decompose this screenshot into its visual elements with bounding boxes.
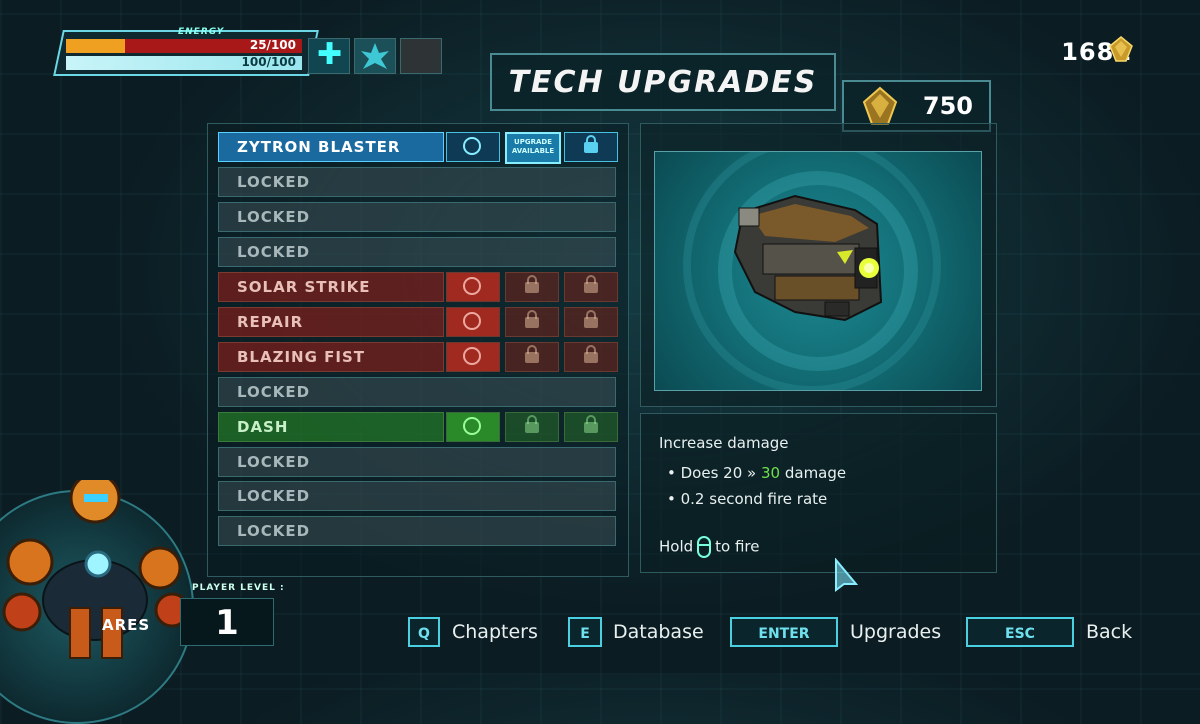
energy-label: ENERGY bbox=[178, 27, 225, 37]
upgrade-tier-2[interactable] bbox=[505, 272, 559, 302]
gem-icon bbox=[862, 86, 898, 125]
lock-icon bbox=[525, 415, 539, 433]
upgrade-name[interactable]: REPAIR bbox=[218, 307, 444, 337]
upgrade-cost: 750 bbox=[922, 92, 973, 120]
upgrade-tier-3[interactable] bbox=[564, 412, 618, 442]
health-text: 25/100 bbox=[249, 38, 296, 52]
damage-value: 30 bbox=[760, 464, 781, 482]
upgrade-row-locked[interactable]: LOCKED bbox=[218, 377, 616, 407]
chapters-label[interactable]: Chapters bbox=[452, 621, 538, 643]
upgrade-available-label: UPGRADE AVAILABLE bbox=[511, 138, 555, 155]
character-name: ARES bbox=[102, 616, 151, 634]
upgrade-description-panel: Increase damage Does 20 » 30 damage 0.2 … bbox=[640, 413, 997, 573]
upgrade-tier-3[interactable] bbox=[564, 132, 618, 162]
lock-icon bbox=[584, 135, 598, 153]
weapon-preview-panel bbox=[640, 123, 997, 407]
gem-icon bbox=[1109, 36, 1133, 62]
health-pack-slot: ✚ bbox=[308, 38, 350, 74]
upgrade-row-locked[interactable]: LOCKED bbox=[218, 167, 616, 197]
lock-icon bbox=[584, 345, 598, 363]
upgrade-name[interactable]: DASH bbox=[218, 412, 444, 442]
upgrade-row-dash[interactable]: DASH bbox=[218, 412, 618, 442]
cursor-icon bbox=[835, 558, 859, 592]
upgrade-row-blazing-fist[interactable]: BLAZING FIST bbox=[218, 342, 618, 372]
health-bar: 25/100 bbox=[66, 38, 302, 53]
upgrade-tier-2[interactable] bbox=[505, 342, 559, 372]
description-bullets: Does 20 » 30 damage 0.2 second fire rate bbox=[667, 460, 847, 512]
lock-icon bbox=[584, 310, 598, 328]
plus-icon: ✚ bbox=[317, 37, 343, 72]
upgrade-tier-3[interactable] bbox=[564, 307, 618, 337]
fire-hint: Hold to fire bbox=[659, 536, 760, 558]
upgrade-row-zytron-blaster[interactable]: ZYTRON BLASTER UPGRADE AVAILABLE bbox=[218, 132, 618, 164]
back-label[interactable]: Back bbox=[1086, 621, 1132, 643]
upgrade-name[interactable]: LOCKED bbox=[218, 167, 616, 197]
key-q[interactable]: Q bbox=[408, 617, 440, 647]
lock-icon bbox=[584, 275, 598, 293]
upgrade-tier-3[interactable] bbox=[564, 272, 618, 302]
upgrade-tier-3[interactable] bbox=[564, 342, 618, 372]
upgrade-row-locked[interactable]: LOCKED bbox=[218, 202, 616, 232]
upgrade-tier-2[interactable] bbox=[505, 412, 559, 442]
burst-icon bbox=[361, 43, 389, 69]
upgrade-tier-1[interactable] bbox=[446, 272, 500, 302]
key-e[interactable]: E bbox=[568, 617, 602, 647]
fire-rate-bullet: 0.2 second fire rate bbox=[667, 486, 846, 512]
player-level: 1 bbox=[215, 603, 239, 643]
ring-icon bbox=[463, 312, 481, 330]
upgrade-tier-1[interactable] bbox=[446, 307, 500, 337]
player-status-hud: ENERGY 25/100 100/100 ✚ bbox=[53, 27, 458, 78]
page-title: TECH UPGRADES bbox=[508, 65, 818, 100]
key-esc[interactable]: ESC bbox=[966, 617, 1074, 647]
key-enter[interactable]: ENTER bbox=[730, 617, 838, 647]
upgrade-row-locked[interactable]: LOCKED bbox=[218, 447, 616, 477]
energy-bar: 100/100 bbox=[66, 55, 302, 70]
upgrade-available-tier[interactable]: UPGRADE AVAILABLE bbox=[505, 132, 561, 164]
lock-icon bbox=[525, 275, 539, 293]
blaster-icon bbox=[733, 194, 883, 322]
upgrade-name[interactable]: LOCKED bbox=[218, 377, 616, 407]
upgrades-label[interactable]: Upgrades bbox=[850, 621, 941, 643]
upgrade-tier-1[interactable] bbox=[446, 412, 500, 442]
weapon-preview bbox=[654, 151, 982, 391]
upgrade-tier-2[interactable] bbox=[505, 307, 559, 337]
energy-text: 100/100 bbox=[241, 55, 296, 69]
upgrade-name[interactable]: SOLAR STRIKE bbox=[218, 272, 444, 302]
database-label[interactable]: Database bbox=[613, 621, 704, 643]
lock-icon bbox=[584, 415, 598, 433]
upgrade-row-solar-strike[interactable]: SOLAR STRIKE bbox=[218, 272, 618, 302]
upgrade-tier-1[interactable] bbox=[446, 132, 500, 162]
player-level-label: PLAYER LEVEL : bbox=[192, 583, 285, 593]
upgrade-name[interactable]: LOCKED bbox=[218, 202, 616, 232]
description-title: Increase damage bbox=[659, 434, 789, 452]
upgrade-name[interactable]: LOCKED bbox=[218, 447, 616, 477]
upgrade-row-locked[interactable]: LOCKED bbox=[218, 237, 616, 267]
ability-slot bbox=[354, 38, 396, 74]
ring-icon bbox=[463, 277, 481, 295]
title-panel: TECH UPGRADES bbox=[490, 53, 836, 111]
ring-icon bbox=[463, 137, 481, 155]
upgrade-name[interactable]: LOCKED bbox=[218, 237, 616, 267]
empty-ability-slot bbox=[400, 38, 442, 74]
upgrade-row-repair[interactable]: REPAIR bbox=[218, 307, 618, 337]
ring-icon bbox=[463, 417, 481, 435]
upgrade-name[interactable]: BLAZING FIST bbox=[218, 342, 444, 372]
ring-icon bbox=[463, 347, 481, 365]
lock-icon bbox=[525, 310, 539, 328]
character-panel: ARES PLAYER LEVEL : 1 bbox=[0, 480, 360, 724]
player-level-box: 1 bbox=[180, 598, 274, 646]
lock-icon bbox=[525, 345, 539, 363]
upgrade-tier-1[interactable] bbox=[446, 342, 500, 372]
mouse-left-click-icon bbox=[697, 536, 712, 558]
damage-bullet: Does 20 » 30 damage bbox=[667, 460, 847, 486]
upgrade-name[interactable]: ZYTRON BLASTER bbox=[218, 132, 444, 162]
